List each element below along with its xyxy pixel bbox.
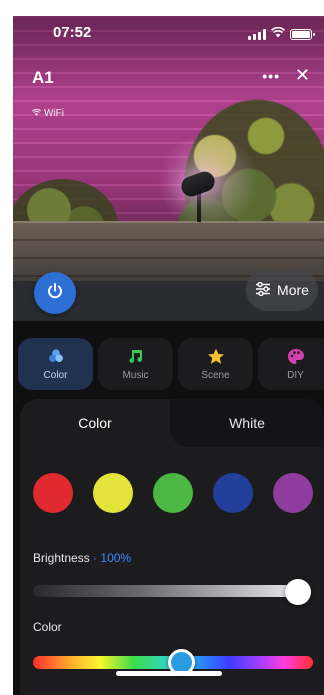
tab-label: Music [122,370,149,381]
tab-color-mode[interactable]: Color [20,399,170,447]
tab-label: DIY [287,370,304,381]
wifi-icon [271,25,285,43]
power-button[interactable] [34,272,76,314]
app-screen: 07:52 A1 ••• ✕ WiFi More Color Music Sce… [13,16,324,695]
brightness-separator: · [93,551,98,565]
color-presets [33,473,313,513]
star-icon [207,347,225,365]
status-time: 07:52 [53,24,92,41]
power-icon [46,282,64,305]
more-button[interactable]: More [246,269,318,311]
mode-tabs: Color Music Scene DIY [18,338,324,390]
battery-icon [290,28,315,40]
status-bar: 07:52 [13,16,324,46]
tab-scene[interactable]: Scene [178,338,253,390]
tab-white[interactable]: White [170,399,324,447]
cellular-signal-icon [248,28,266,40]
tab-label: Color [43,370,68,381]
device-title: A1 [32,68,54,87]
more-button-label: More [277,282,309,298]
close-icon[interactable]: ✕ [295,65,310,86]
tab-music[interactable]: Music [98,338,173,390]
color-swatch[interactable] [33,473,73,513]
more-options-icon[interactable]: ••• [262,68,280,84]
brightness-label: Brightness · 100% [33,551,131,565]
tab-diy[interactable]: DIY [258,338,324,390]
hue-label: Color [33,620,62,634]
color-white-toggle: White Color [20,399,324,447]
wifi-small-icon [32,108,41,119]
palette-icon [287,347,305,365]
control-panel: White Color Brightness · 100% Color [20,399,324,695]
connection-label: WiFi [44,108,64,119]
sliders-icon [255,281,271,299]
color-swatch[interactable] [93,473,133,513]
brightness-slider[interactable] [33,585,298,597]
color-swatch[interactable] [273,473,313,513]
color-swatch[interactable] [213,473,253,513]
music-icon [127,347,145,365]
color-icon [47,347,65,365]
brightness-value: 100% [100,551,132,565]
home-indicator [116,671,222,676]
brightness-title: Brightness [33,551,90,565]
tab-label: Scene [201,370,230,381]
color-swatch[interactable] [153,473,193,513]
tab-color[interactable]: Color [18,338,93,390]
connection-status: WiFi [32,108,64,119]
brightness-slider-thumb[interactable] [285,579,311,605]
